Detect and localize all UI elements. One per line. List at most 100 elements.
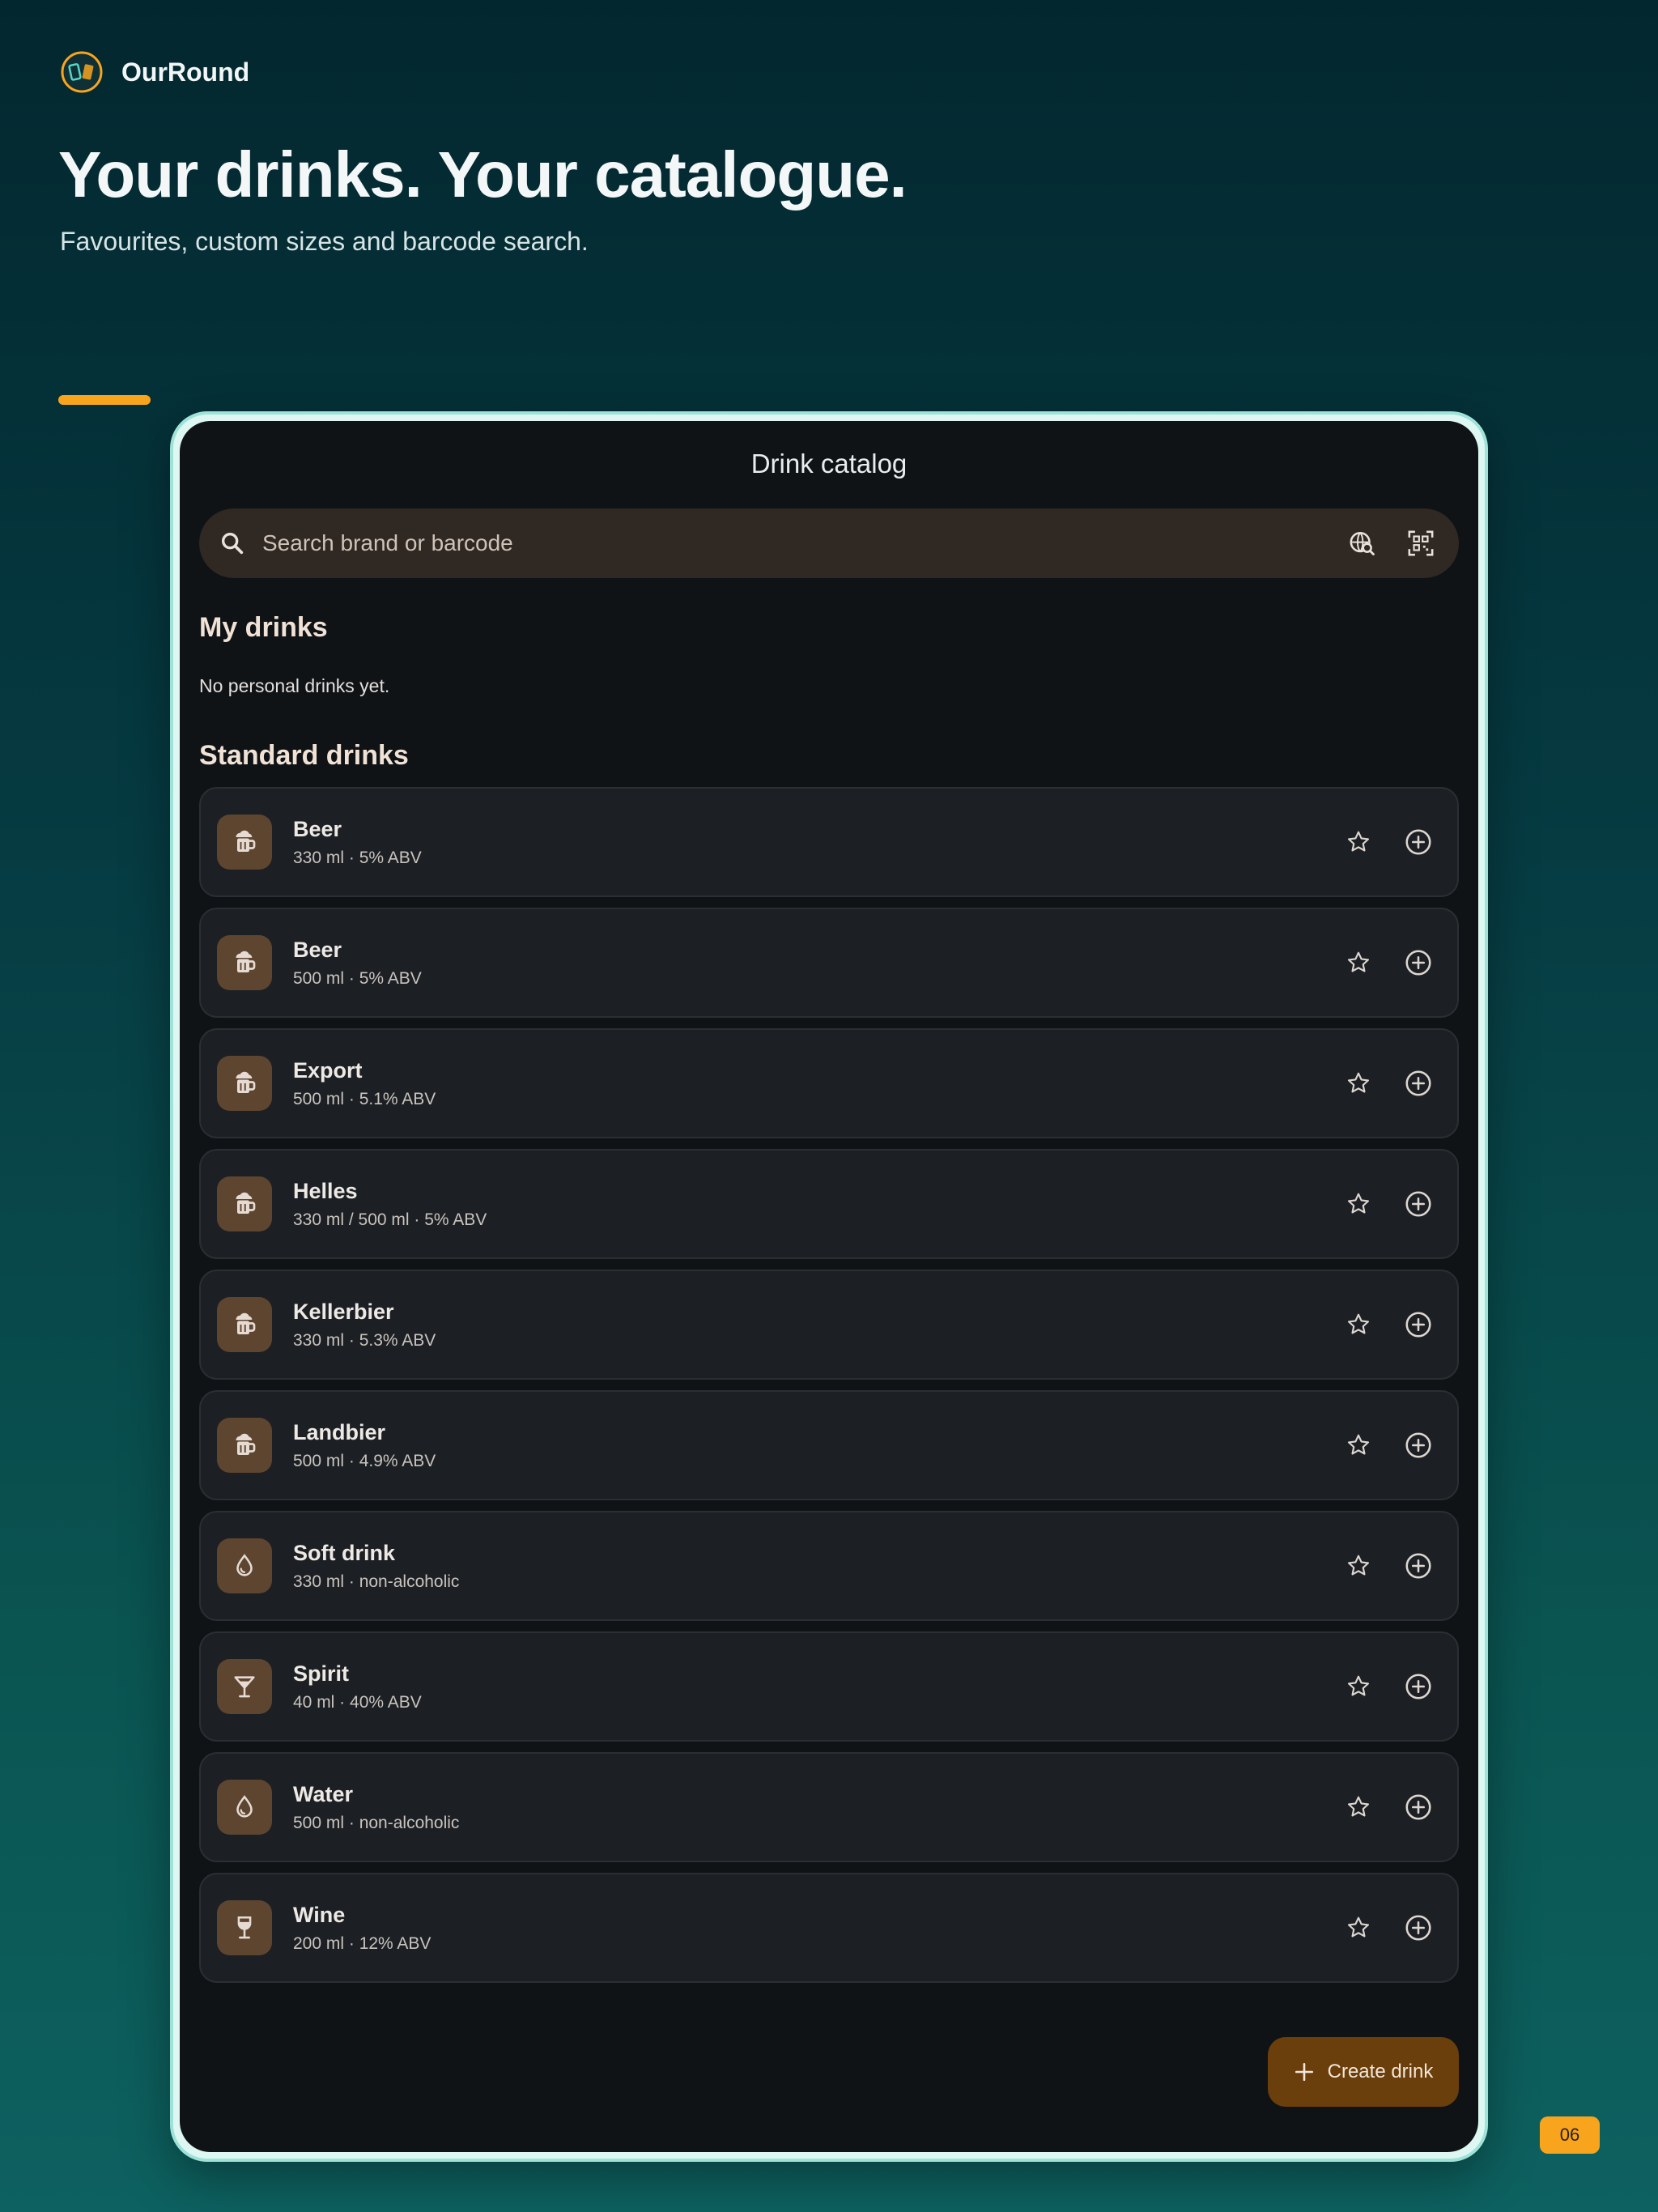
drink-icon-tile	[217, 1780, 272, 1835]
drink-icon-tile	[217, 1659, 272, 1714]
drink-text: Spirit 40 ml · 40% ABV	[293, 1661, 1321, 1712]
beer-mug-icon	[230, 1310, 259, 1339]
drink-icon-tile	[217, 815, 272, 870]
add-drink-button[interactable]	[1396, 1061, 1441, 1106]
star-icon	[1346, 1674, 1371, 1699]
drink-list-item[interactable]: Beer 500 ml · 5% ABV	[199, 908, 1459, 1018]
drink-text: Export 500 ml · 5.1% ABV	[293, 1058, 1321, 1109]
drink-details: 500 ml · 5% ABV	[293, 968, 422, 988]
star-icon	[1346, 1553, 1371, 1579]
create-drink-button[interactable]: Create drink	[1268, 2037, 1459, 2107]
standard-drinks-heading: Standard drinks	[199, 740, 409, 771]
favourite-button[interactable]	[1336, 1061, 1381, 1106]
hero-subtitle: Favourites, custom sizes and barcode sea…	[60, 227, 589, 256]
drink-name: Landbier	[293, 1419, 386, 1444]
beer-mug-icon	[230, 948, 259, 977]
favourite-button[interactable]	[1336, 1423, 1381, 1468]
drink-name: Water	[293, 1781, 354, 1806]
drink-name: Wine	[293, 1902, 346, 1927]
add-circle-icon	[1404, 948, 1433, 977]
favourite-button[interactable]	[1336, 1905, 1381, 1950]
add-drink-button[interactable]	[1396, 1423, 1441, 1468]
add-circle-icon	[1404, 1672, 1433, 1701]
qr-scan-icon	[1408, 530, 1434, 556]
drink-text: Beer 330 ml · 5% ABV	[293, 817, 1321, 868]
drink-name: Helles	[293, 1178, 358, 1203]
drink-list-item[interactable]: Beer 330 ml · 5% ABV	[199, 787, 1459, 897]
star-icon	[1346, 1794, 1371, 1820]
add-circle-icon	[1404, 1189, 1433, 1219]
drink-name: Export	[293, 1057, 363, 1083]
add-circle-icon	[1404, 1431, 1433, 1460]
add-drink-button[interactable]	[1396, 940, 1441, 985]
drink-text: Beer 500 ml · 5% ABV	[293, 938, 1321, 989]
favourite-button[interactable]	[1336, 1181, 1381, 1227]
globe-search-icon	[1350, 531, 1375, 555]
drink-text: Landbier 500 ml · 4.9% ABV	[293, 1420, 1321, 1471]
drink-list-item[interactable]: Soft drink 330 ml · non-alcoholic	[199, 1511, 1459, 1621]
drink-list-item[interactable]: Wine 200 ml · 12% ABV	[199, 1873, 1459, 1983]
app-title: Drink catalog	[750, 449, 908, 479]
add-circle-icon	[1404, 1310, 1433, 1339]
add-circle-icon	[1404, 1913, 1433, 1942]
accent-bar	[58, 395, 151, 405]
drink-icon-tile	[217, 1538, 272, 1593]
drink-list-item[interactable]: Export 500 ml · 5.1% ABV	[199, 1028, 1459, 1138]
tablet-frame: Drink catalog Search brand or barcode My…	[170, 411, 1488, 2162]
star-icon	[1346, 1915, 1371, 1941]
drink-icon-tile	[217, 1900, 272, 1955]
add-drink-button[interactable]	[1396, 1302, 1441, 1347]
drink-details: 330 ml · 5% ABV	[293, 848, 422, 867]
add-circle-icon	[1404, 1069, 1433, 1098]
drink-icon-tile	[217, 1297, 272, 1352]
drink-list-item[interactable]: Helles 330 ml / 500 ml · 5% ABV	[199, 1149, 1459, 1259]
favourite-button[interactable]	[1336, 1543, 1381, 1589]
add-drink-button[interactable]	[1396, 1784, 1441, 1830]
water-drop-icon	[231, 1793, 258, 1821]
favourite-button[interactable]	[1336, 1784, 1381, 1830]
my-drinks-empty-text: No personal drinks yet.	[199, 675, 390, 696]
star-icon	[1346, 1070, 1371, 1096]
drink-details: 330 ml / 500 ml · 5% ABV	[293, 1210, 487, 1229]
search-bar[interactable]	[199, 508, 1459, 578]
drink-text: Kellerbier 330 ml · 5.3% ABV	[293, 1300, 1321, 1351]
favourite-button[interactable]	[1336, 1664, 1381, 1709]
barcode-scan-button[interactable]	[1402, 525, 1439, 562]
standard-drinks-list: Beer 330 ml · 5% ABV Beer 500 ml · 5% ABV Ex…	[199, 787, 1459, 1993]
drink-list-item[interactable]: Spirit 40 ml · 40% ABV	[199, 1631, 1459, 1742]
drink-list-item[interactable]: Landbier 500 ml · 4.9% ABV	[199, 1390, 1459, 1500]
add-drink-button[interactable]	[1396, 1543, 1441, 1589]
add-drink-button[interactable]	[1396, 819, 1441, 865]
hero-title: Your drinks. Your catalogue.	[58, 138, 908, 211]
create-drink-label: Create drink	[1327, 2061, 1434, 2082]
favourite-button[interactable]	[1336, 940, 1381, 985]
drink-name: Beer	[293, 937, 342, 962]
beer-mug-icon	[230, 1069, 259, 1098]
drink-icon-tile	[217, 1418, 272, 1473]
drink-details: 330 ml · 5.3% ABV	[293, 1330, 436, 1350]
drink-details: 330 ml · non-alcoholic	[293, 1572, 460, 1591]
add-drink-button[interactable]	[1396, 1664, 1441, 1709]
beer-mug-icon	[230, 827, 259, 857]
drink-name: Kellerbier	[293, 1299, 394, 1324]
favourite-button[interactable]	[1336, 1302, 1381, 1347]
drink-details: 40 ml · 40% ABV	[293, 1692, 422, 1712]
star-icon	[1346, 950, 1371, 976]
drink-icon-tile	[217, 935, 272, 990]
add-circle-icon	[1404, 1793, 1433, 1822]
search-input[interactable]	[262, 530, 1323, 556]
drink-text: Soft drink 330 ml · non-alcoholic	[293, 1541, 1321, 1592]
add-drink-button[interactable]	[1396, 1905, 1441, 1950]
page-number-badge: 06	[1540, 2116, 1600, 2154]
drink-name: Beer	[293, 816, 342, 841]
favourite-button[interactable]	[1336, 819, 1381, 865]
drink-list-item[interactable]: Water 500 ml · non-alcoholic	[199, 1752, 1459, 1862]
brand: OurRound	[60, 50, 249, 94]
web-search-button[interactable]	[1344, 525, 1381, 562]
drink-text: Water 500 ml · non-alcoholic	[293, 1782, 1321, 1833]
drink-list-item[interactable]: Kellerbier 330 ml · 5.3% ABV	[199, 1270, 1459, 1380]
wine-glass-icon	[231, 1914, 258, 1942]
my-drinks-heading: My drinks	[199, 612, 328, 643]
add-drink-button[interactable]	[1396, 1181, 1441, 1227]
star-icon	[1346, 1432, 1371, 1458]
